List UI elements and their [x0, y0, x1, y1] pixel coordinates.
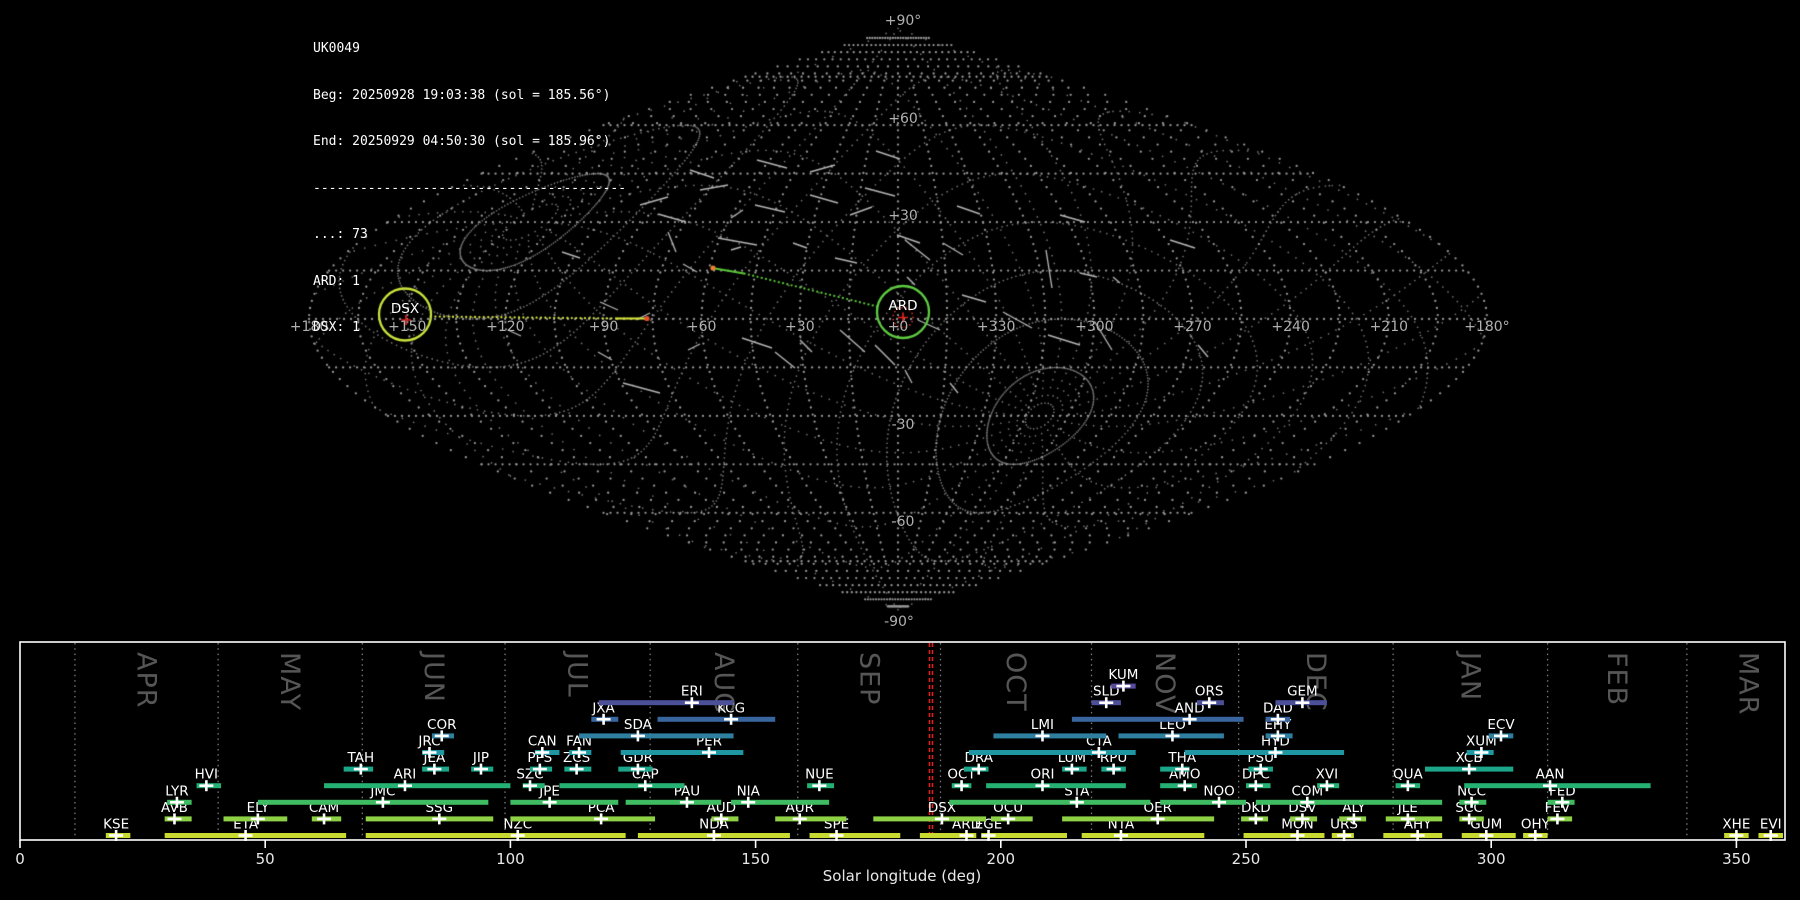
x-tick-label: 250 [1232, 850, 1261, 868]
shower-bar-MON [1243, 833, 1325, 838]
shower-label-KUM: KUM [1108, 667, 1138, 683]
shower-bar-SPE [809, 833, 901, 838]
shower-bar-PCA [510, 816, 656, 822]
shower-label-HVI: HVI [195, 767, 218, 783]
shower-bar-CAP [559, 783, 685, 789]
shower-bar-PER [620, 750, 744, 755]
shower-label-XHE: XHE [1722, 817, 1750, 833]
shower-label-EVI: EVI [1760, 817, 1782, 833]
x-tick-label: 100 [496, 850, 525, 868]
x-tick-label: 300 [1477, 850, 1506, 868]
shower-bar-NZC [365, 833, 626, 838]
month-label: FEB [1601, 652, 1632, 706]
x-tick-label: 0 [15, 850, 25, 868]
month-label: SEP [853, 652, 884, 705]
shower-bar-ERI [598, 700, 734, 706]
shower-bar-PAU [625, 799, 722, 805]
shower-label-ARI: ARI [394, 767, 417, 783]
shower-bar-ETA [164, 833, 347, 838]
shower-label-GEM: GEM [1287, 684, 1318, 700]
shower-label-NOO: NOO [1203, 783, 1234, 799]
shower-bar-HYD [1184, 750, 1345, 755]
x-tick-label: 350 [1722, 850, 1751, 868]
shower-label-TAH: TAH [347, 750, 375, 766]
x-tick-label: 150 [741, 850, 770, 868]
shower-label-SDA: SDA [624, 717, 653, 733]
shower-bar-AAN [1464, 783, 1651, 789]
x-tick-label: 200 [986, 850, 1015, 868]
month-label: JUL [562, 650, 593, 698]
shower-bar-SDA [579, 733, 734, 739]
month-label: APR [131, 652, 162, 709]
shower-label-JIP: JIP [472, 750, 489, 766]
month-label: MAY [274, 652, 305, 711]
shower-bar-OER [1062, 816, 1215, 822]
shower-bar-CTA [968, 750, 1136, 755]
shower-label-ERI: ERI [681, 684, 703, 700]
shower-bar-DSX [873, 816, 987, 822]
shower-label-ECV: ECV [1487, 717, 1515, 733]
shower-bar-ORI [986, 783, 1126, 789]
shower-label-OHY: OHY [1521, 817, 1551, 833]
activity-timeline-chart: APR MAY JUN JUL AUG SEP OCT NOV DEC JAN FEB MARKSE E… [15, 641, 1786, 885]
x-axis-title: Solar longitude (deg) [823, 867, 981, 885]
month-label: MAR [1733, 652, 1764, 716]
shower-label-NIA: NIA [737, 783, 761, 799]
month-label: JAN [1455, 650, 1486, 701]
shower-bar-AND [1071, 716, 1244, 722]
shower-bar-LMI [993, 733, 1107, 739]
shower-bar-ARI [324, 783, 511, 789]
shower-bar-STA [949, 799, 1151, 805]
shower-bar-KCG [657, 716, 776, 722]
shower-label-CAN: CAN [528, 734, 557, 750]
shower-label-ORS: ORS [1195, 684, 1224, 700]
x-tick-label: 50 [256, 850, 275, 868]
meteor-station-screenshot: +180 +150 +120 +90 +60 +30 +0 +330 +300 +270 +240 +… [0, 0, 1800, 900]
shower-label-LYR: LYR [165, 783, 188, 799]
shower-label-KSE: KSE [103, 817, 129, 833]
shower-bar-JPE [510, 799, 619, 805]
shower-label-NUE: NUE [805, 767, 834, 783]
shower-label-COR: COR [427, 717, 456, 733]
shower-bar-COM [1255, 799, 1443, 805]
shower-bar-AUR [775, 816, 847, 822]
shower-label-AAN: AAN [1536, 767, 1565, 783]
shower-label-QUA: QUA [1393, 767, 1424, 783]
shower-bar-SSG [365, 816, 494, 822]
month-label: JUN [418, 650, 449, 703]
month-label: OCT [1000, 652, 1031, 712]
shower-label-ORI: ORI [1030, 767, 1054, 783]
shower-bar-NOO [1160, 799, 1246, 805]
shower-bar-NTA [1081, 833, 1205, 838]
shower-label-LMI: LMI [1031, 717, 1054, 733]
shower-label-XVI: XVI [1316, 767, 1338, 783]
shower-bar-JMC [257, 799, 489, 805]
